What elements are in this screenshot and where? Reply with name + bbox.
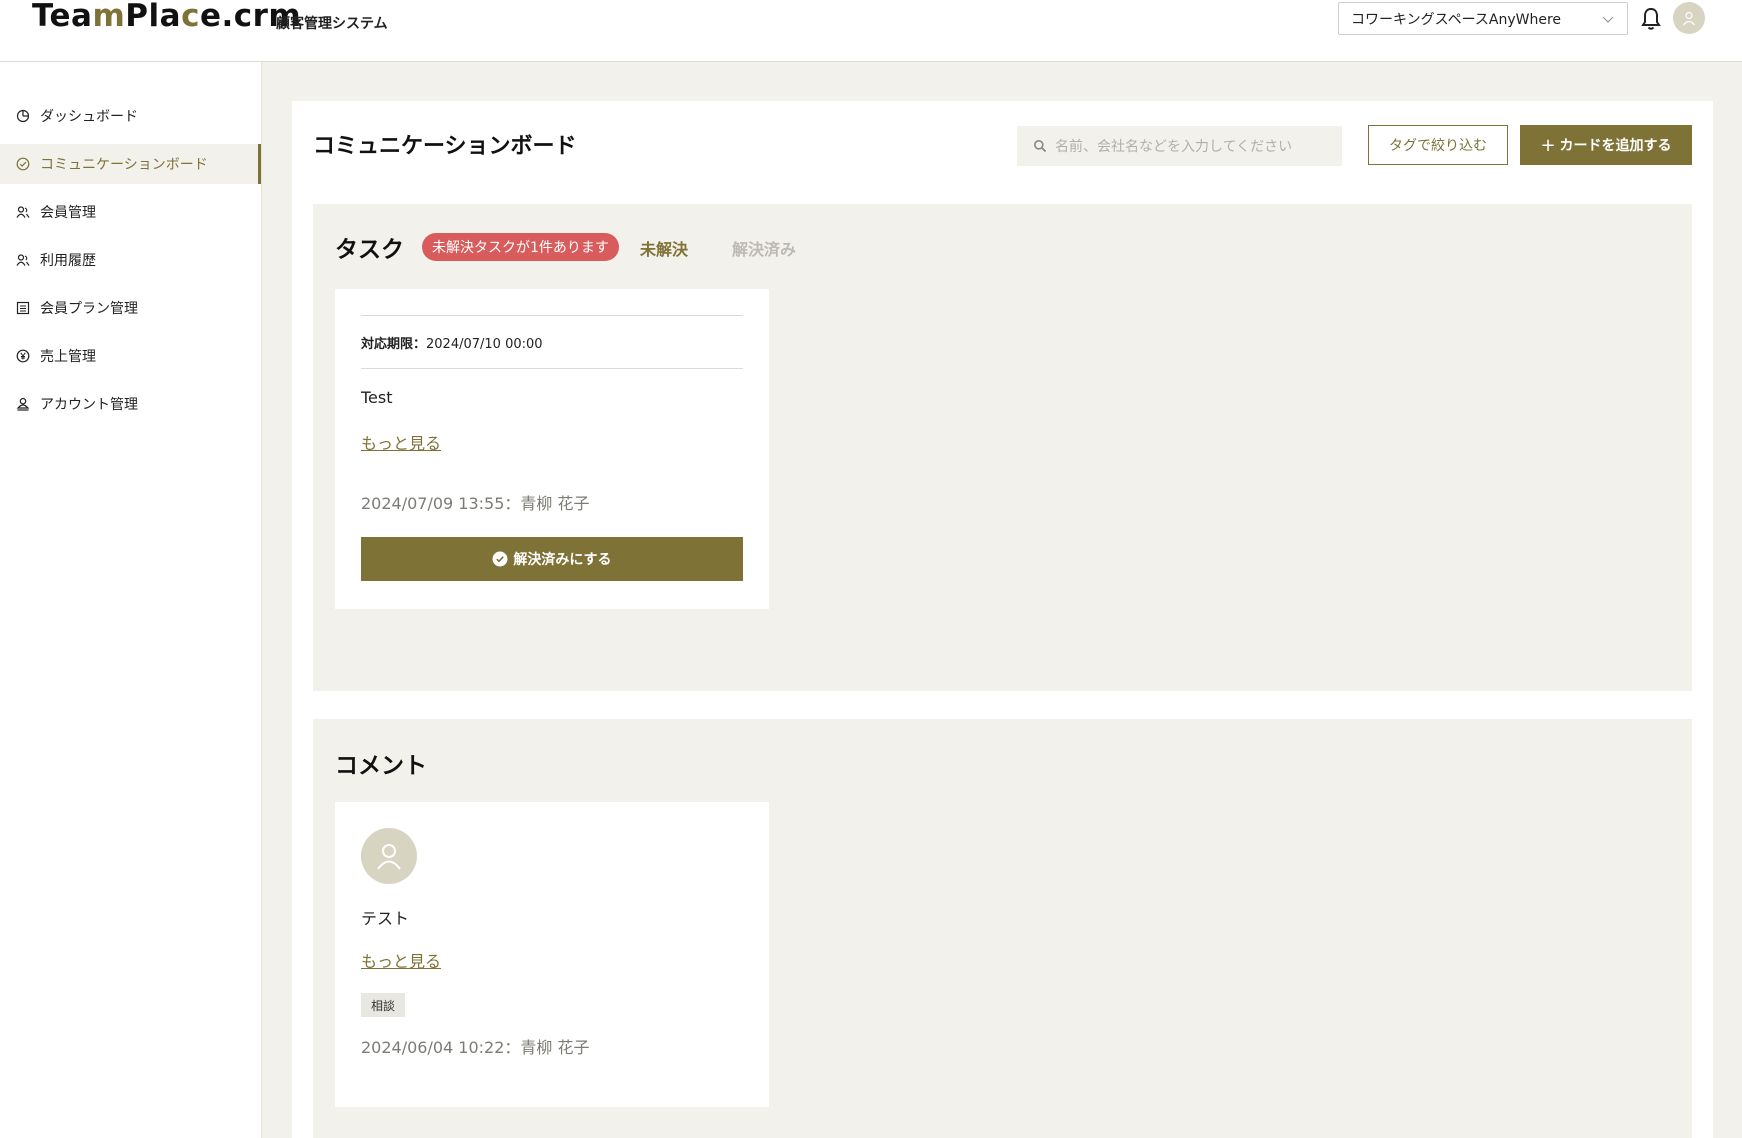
sidebar-item-history[interactable]: 利用履歴 — [0, 240, 261, 280]
sidebar-item-label: ダッシュボード — [40, 109, 138, 125]
user-icon — [377, 844, 401, 870]
bell-icon[interactable] — [1639, 6, 1663, 32]
search-placeholder: 名前、会社名などを入力してください — [1055, 139, 1293, 155]
check-circle-icon — [16, 157, 30, 171]
task-meta: 2024/07/09 13:55：青柳 花子 — [361, 494, 590, 513]
search-input[interactable]: 名前、会社名などを入力してください — [1017, 126, 1342, 166]
sidebar-item-sales[interactable]: 売上管理 — [0, 336, 261, 376]
chevron-down-icon — [1602, 16, 1614, 23]
comment-tag: 相談 — [361, 993, 406, 1017]
account-icon — [16, 397, 30, 411]
user-icon — [1683, 11, 1695, 26]
app-header: TeamPlace.crm 顧客管理システム コワーキングスペースAnyWher… — [0, 0, 1742, 62]
yen-icon — [16, 349, 30, 363]
space-select-value: コワーキングスペースAnyWhere — [1351, 11, 1562, 28]
commenter-avatar — [361, 828, 417, 884]
app-logo[interactable]: TeamPlace.crm — [32, 0, 301, 34]
sidebar-item-label: 会員プラン管理 — [40, 301, 138, 317]
sidebar-item-communication-board[interactable]: コミュニケーションボード — [0, 144, 261, 184]
divider — [361, 368, 743, 369]
comment-more-link[interactable]: もっと見る — [361, 948, 441, 972]
comment-section: コメント テスト もっと見る 相談 2024/06/04 10:22：青柳 花子 — [313, 719, 1692, 1138]
deadline-value: 2024/07/10 00:00 — [426, 337, 543, 352]
space-select[interactable]: コワーキングスペースAnyWhere — [1338, 2, 1628, 35]
comment-text: テスト — [361, 909, 410, 928]
mark-resolved-button[interactable]: 解決済みにする — [361, 537, 743, 581]
divider — [361, 315, 743, 316]
comment-card: テスト もっと見る 相談 2024/06/04 10:22：青柳 花子 — [335, 802, 769, 1107]
logo-text: Pla — [125, 0, 182, 34]
tab-unresolved[interactable]: 未解決 — [640, 236, 688, 260]
dashboard-icon — [16, 109, 30, 123]
sidebar-item-dashboard[interactable]: ダッシュボード — [0, 96, 261, 136]
sidebar-item-label: アカウント管理 — [40, 397, 138, 413]
search-icon — [1034, 140, 1047, 153]
logo-text: Tea — [32, 0, 93, 34]
members-icon — [16, 205, 30, 219]
app-subtitle: 顧客管理システム — [276, 16, 388, 32]
mark-resolved-label: 解決済みにする — [513, 552, 612, 568]
add-card-label: カードを追加する — [1559, 138, 1672, 154]
logo-text-accent: m — [92, 0, 126, 34]
sidebar-item-label: 会員管理 — [40, 205, 96, 221]
tab-resolved[interactable]: 解決済み — [732, 236, 796, 260]
user-avatar[interactable] — [1673, 2, 1705, 34]
logo-text-accent: c — [181, 0, 200, 34]
task-deadline: 対応期限：2024/07/10 00:00 — [361, 333, 543, 352]
history-icon — [16, 253, 30, 267]
page-title: コミュニケーションボード — [313, 134, 577, 159]
comment-section-title: コメント — [335, 753, 427, 779]
sidebar-item-label: コミュニケーションボード — [40, 157, 208, 173]
task-section: タスク 未解決タスクが1件あります 未解決 解決済み 対応期限：2024/07/… — [313, 204, 1692, 691]
deadline-label: 対応期限： — [361, 337, 427, 352]
sidebar-item-members[interactable]: 会員管理 — [0, 192, 261, 232]
task-card: 対応期限：2024/07/10 00:00 Test もっと見る 2024/07… — [335, 289, 769, 609]
check-circle-icon — [492, 551, 508, 567]
plan-icon — [16, 301, 30, 315]
task-section-title: タスク — [335, 237, 404, 263]
filter-by-tag-button[interactable]: タグで絞り込む — [1368, 125, 1508, 165]
task-text: Test — [361, 388, 393, 407]
comment-meta: 2024/06/04 10:22：青柳 花子 — [361, 1038, 590, 1057]
sidebar-item-label: 売上管理 — [40, 349, 96, 365]
sidebar-item-label: 利用履歴 — [40, 253, 96, 269]
plus-icon: + — [1540, 134, 1556, 156]
task-more-link[interactable]: もっと見る — [361, 430, 441, 454]
add-card-button[interactable]: + カードを追加する — [1520, 125, 1692, 165]
sidebar-item-plans[interactable]: 会員プラン管理 — [0, 288, 261, 328]
sidebar-item-account[interactable]: アカウント管理 — [0, 384, 261, 424]
unresolved-count-badge: 未解決タスクが1件あります — [422, 233, 619, 261]
